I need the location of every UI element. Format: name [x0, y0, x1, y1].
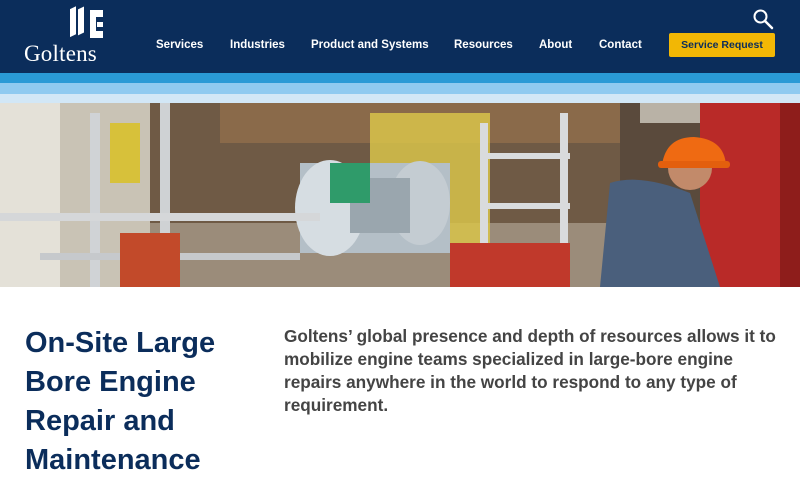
goltens-logo-mark-icon	[70, 6, 103, 38]
search-icon[interactable]	[752, 8, 774, 30]
site-header: Goltens Services Industries Product and …	[0, 0, 800, 73]
hero-image	[0, 103, 800, 287]
nav-resources[interactable]: Resources	[454, 37, 513, 53]
page-title: On-Site Large Bore Engine Repair and Mai…	[25, 327, 216, 476]
nav-product-and-systems[interactable]: Product and Systems	[311, 37, 429, 53]
goltens-logo[interactable]: Goltens	[24, 6, 106, 68]
nav-contact[interactable]: Contact	[599, 37, 642, 53]
nav-industries[interactable]: Industries	[230, 37, 285, 53]
service-request-button[interactable]: Service Request	[669, 33, 775, 57]
stripe-dark	[0, 73, 800, 83]
logo-wordmark: Goltens	[24, 41, 97, 66]
stripe-mid	[0, 83, 800, 94]
stripe-light	[0, 94, 800, 103]
intro-paragraph: Goltens’ global presence and depth of re…	[284, 326, 776, 415]
header-stripes	[0, 73, 800, 103]
nav-services[interactable]: Services	[156, 37, 203, 53]
nav-about[interactable]: About	[539, 37, 572, 53]
hero-engine-repair-illustration	[0, 103, 800, 287]
